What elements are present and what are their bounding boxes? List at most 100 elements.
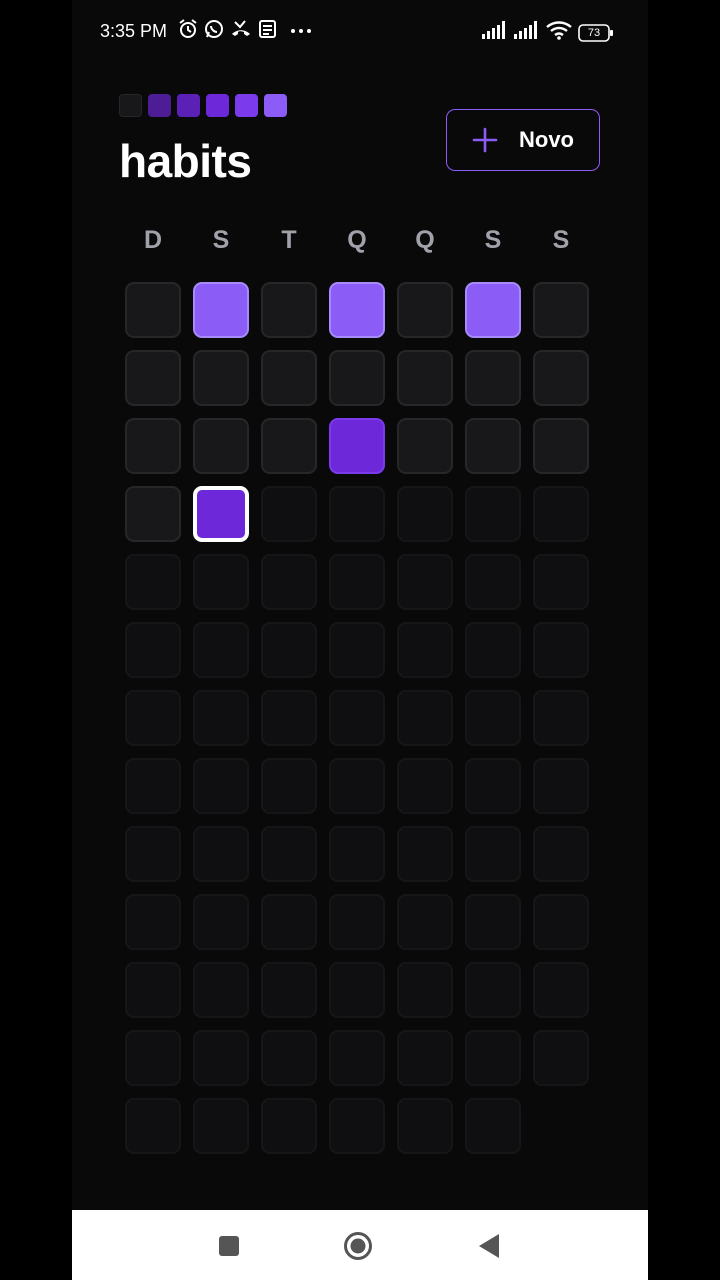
- future-day-cell: [533, 1030, 589, 1086]
- day-cell[interactable]: [125, 418, 181, 474]
- future-day-cell: [193, 758, 249, 814]
- weekday-label: Q: [415, 226, 435, 254]
- future-day-cell: [465, 758, 521, 814]
- day-cell[interactable]: [465, 418, 521, 474]
- day-cell[interactable]: [261, 350, 317, 406]
- logo-square: [119, 94, 142, 117]
- future-day-cell: [465, 622, 521, 678]
- future-day-cell: [397, 1098, 453, 1154]
- future-day-cell: [533, 486, 589, 542]
- future-day-cell: [329, 622, 385, 678]
- future-day-cell: [125, 758, 181, 814]
- future-day-cell: [465, 554, 521, 610]
- future-day-cell: [397, 962, 453, 1018]
- more-dots-icon: [290, 20, 312, 45]
- wifi-icon: [546, 20, 572, 45]
- future-day-cell: [329, 962, 385, 1018]
- habit-grid: [125, 282, 589, 1162]
- weekday-label: D: [143, 226, 163, 254]
- day-cell[interactable]: [261, 418, 317, 474]
- future-day-cell: [261, 826, 317, 882]
- future-day-cell: [261, 962, 317, 1018]
- future-day-cell: [533, 962, 589, 1018]
- day-cell[interactable]: [397, 418, 453, 474]
- future-day-cell: [193, 554, 249, 610]
- future-day-cell: [533, 622, 589, 678]
- day-cell[interactable]: [193, 418, 249, 474]
- day-cell[interactable]: [465, 282, 521, 338]
- future-day-cell: [397, 554, 453, 610]
- day-cell[interactable]: [329, 418, 385, 474]
- future-day-cell: [193, 1030, 249, 1086]
- future-day-cell: [193, 894, 249, 950]
- future-day-cell: [193, 962, 249, 1018]
- future-day-cell: [465, 1098, 521, 1154]
- future-day-cell: [397, 622, 453, 678]
- day-cell[interactable]: [125, 282, 181, 338]
- day-cell[interactable]: [397, 282, 453, 338]
- future-day-cell: [125, 894, 181, 950]
- future-day-cell: [261, 894, 317, 950]
- future-day-cell: [397, 690, 453, 746]
- future-day-cell: [125, 554, 181, 610]
- recents-icon[interactable]: [214, 1231, 244, 1261]
- future-day-cell: [329, 554, 385, 610]
- home-icon[interactable]: [343, 1231, 373, 1261]
- day-cell[interactable]: [193, 350, 249, 406]
- logo-square: [206, 94, 229, 117]
- future-day-cell: [533, 690, 589, 746]
- future-day-cell: [125, 1098, 181, 1154]
- weekday-label: T: [281, 226, 297, 254]
- back-icon[interactable]: [474, 1231, 504, 1261]
- page-title: habits: [119, 135, 252, 187]
- day-cell[interactable]: [125, 350, 181, 406]
- future-day-cell: [533, 554, 589, 610]
- future-day-cell: [125, 1030, 181, 1086]
- day-cell[interactable]: [397, 350, 453, 406]
- future-day-cell: [261, 486, 317, 542]
- future-day-cell: [397, 1030, 453, 1086]
- weekday-label: S: [212, 226, 230, 254]
- weekday-label: Q: [347, 226, 367, 254]
- future-day-cell: [329, 486, 385, 542]
- status-right-icons: 73: [482, 20, 614, 45]
- missed-call-icon: [230, 18, 252, 45]
- future-day-cell: [465, 1030, 521, 1086]
- future-day-cell: [465, 894, 521, 950]
- logo-square: [264, 94, 287, 117]
- day-cell[interactable]: [533, 350, 589, 406]
- news-icon: [258, 18, 278, 45]
- future-day-cell: [533, 894, 589, 950]
- logo-square: [148, 94, 171, 117]
- future-day-cell: [261, 554, 317, 610]
- signal-icon: [514, 21, 540, 44]
- future-day-cell: [329, 1098, 385, 1154]
- day-cell[interactable]: [125, 486, 181, 542]
- day-cell[interactable]: [533, 418, 589, 474]
- day-cell[interactable]: [329, 350, 385, 406]
- today-day-cell[interactable]: [193, 486, 249, 542]
- day-cell[interactable]: [465, 350, 521, 406]
- future-day-cell: [329, 1030, 385, 1086]
- future-day-cell: [533, 826, 589, 882]
- day-cell[interactable]: [533, 282, 589, 338]
- future-day-cell: [193, 1098, 249, 1154]
- future-day-cell: [261, 622, 317, 678]
- navigation-bar: [72, 1210, 648, 1280]
- future-day-cell: [397, 758, 453, 814]
- logo-square: [177, 94, 200, 117]
- future-day-cell: [193, 622, 249, 678]
- future-day-cell: [329, 758, 385, 814]
- app-screen: 3:35 PM 73 habits Novo D S T Q Q S S: [72, 0, 648, 1280]
- logo-square: [235, 94, 258, 117]
- new-habit-button[interactable]: Novo: [446, 109, 600, 171]
- day-cell[interactable]: [261, 282, 317, 338]
- future-day-cell: [125, 690, 181, 746]
- day-cell[interactable]: [329, 282, 385, 338]
- weekday-label: S: [552, 226, 570, 254]
- plus-icon: [471, 126, 499, 154]
- future-day-cell: [125, 826, 181, 882]
- whatsapp-icon: [204, 18, 224, 45]
- future-day-cell: [465, 962, 521, 1018]
- day-cell[interactable]: [193, 282, 249, 338]
